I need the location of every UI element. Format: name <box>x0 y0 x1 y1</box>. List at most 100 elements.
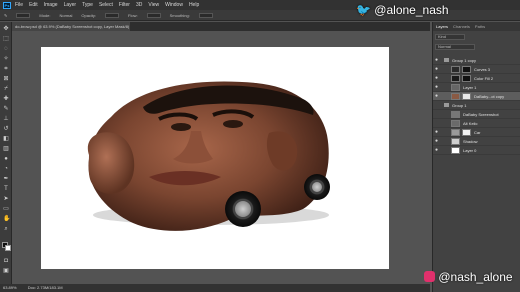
menu-3d[interactable]: 3D <box>136 2 142 8</box>
layer-thumb <box>451 147 460 154</box>
smoothing-label: Smoothing: <box>169 12 190 18</box>
zoom-tool-icon[interactable]: ⌕ <box>3 226 9 232</box>
brush-tool-icon[interactable]: ✎ <box>4 13 7 18</box>
dodge-tool-icon[interactable]: ◔ <box>3 166 9 172</box>
layer-row[interactable]: ● Group 1 copy <box>433 56 520 65</box>
doc-size: Doc: 2.73M/183.1M <box>27 285 63 290</box>
layer-name: Layer 1 <box>463 85 477 90</box>
menu-view[interactable]: View <box>148 2 159 8</box>
brush-preset-picker[interactable] <box>16 12 31 18</box>
eraser-tool-icon[interactable]: ◧ <box>3 136 9 142</box>
eye-icon[interactable]: ● <box>435 85 440 90</box>
twitter-watermark: 🐦 @alone_nash <box>356 3 449 17</box>
menu-type[interactable]: Type <box>82 2 93 8</box>
layer-row[interactable]: ● Shadow <box>433 137 520 146</box>
layer-row[interactable]: Group 1 <box>433 101 520 110</box>
layer-row[interactable]: Alt Kelic <box>433 119 520 128</box>
blur-tool-icon[interactable]: ● <box>3 156 9 162</box>
eye-icon[interactable]: ● <box>435 94 440 99</box>
screen-mode-icon[interactable]: ▣ <box>3 268 9 274</box>
layer-mask-thumb <box>462 75 471 82</box>
eye-icon[interactable]: ● <box>435 130 440 135</box>
tab-paths[interactable]: Paths <box>475 24 485 29</box>
document-tab[interactable]: do-brow.psd @ 63.9% (DaBaby Screenshot c… <box>12 22 130 31</box>
layer-row[interactable]: ● Car <box>433 128 520 137</box>
opacity-field[interactable] <box>105 12 120 18</box>
eye-icon[interactable]: ● <box>435 148 440 153</box>
layer-thumb <box>451 138 460 145</box>
smoothing-field[interactable] <box>198 12 213 18</box>
layer-thumb <box>451 129 460 136</box>
eye-icon[interactable]: ● <box>435 139 440 144</box>
layer-thumb <box>451 120 460 127</box>
instagram-icon <box>424 271 435 282</box>
background-color-swatch[interactable] <box>5 245 11 251</box>
quick-mask-icon[interactable]: ◘ <box>3 258 9 264</box>
gradient-tool-icon[interactable]: ▥ <box>3 146 9 152</box>
menu-help[interactable]: Help <box>189 2 199 8</box>
lasso-tool-icon[interactable]: ◌ <box>3 46 9 52</box>
flow-field[interactable] <box>146 12 161 18</box>
layers-panel-tabs: Layers Channels Paths <box>433 22 520 31</box>
folder-icon <box>444 103 449 107</box>
layer-name: Group 1 <box>452 103 467 108</box>
document-tab-bar: do-brow.psd @ 63.9% (DaBaby Screenshot c… <box>12 22 430 31</box>
brush-tool-icon[interactable]: ✎ <box>3 106 9 112</box>
crop-tool-icon[interactable]: ⌗ <box>3 66 9 72</box>
marquee-tool-icon[interactable]: ⬚ <box>3 36 9 42</box>
menu-window[interactable]: Window <box>165 2 183 8</box>
layer-row[interactable]: ● Curves 3 <box>433 65 520 74</box>
layer-row[interactable]: ● Layer 1 <box>433 83 520 92</box>
zoom-level[interactable]: 63.89% <box>3 285 17 290</box>
mode-select[interactable]: Normal <box>59 13 72 18</box>
layer-name: Color Fill 2 <box>474 76 494 81</box>
eye-icon[interactable]: ● <box>435 76 440 81</box>
layer-mask-thumb <box>462 129 471 136</box>
layer-mask-thumb <box>462 66 471 73</box>
menu-layer[interactable]: Layer <box>64 2 77 8</box>
menu-file[interactable]: File <box>15 2 23 8</box>
clone-stamp-tool-icon[interactable]: ⊥ <box>3 116 9 122</box>
layers-panel: Layers Channels Paths Kind Normal ● Grou… <box>432 22 520 292</box>
type-tool-icon[interactable]: T <box>3 186 9 192</box>
twitter-handle: @alone_nash <box>374 3 449 17</box>
layer-row-selected[interactable]: ● DaBaby...ot copy <box>433 92 520 101</box>
healing-brush-tool-icon[interactable]: ✚ <box>3 96 9 102</box>
menu-image[interactable]: Image <box>44 2 58 8</box>
canvas-area[interactable] <box>12 31 430 284</box>
right-eye <box>223 120 243 128</box>
menu-edit[interactable]: Edit <box>29 2 38 8</box>
move-tool-icon[interactable]: ✥ <box>3 26 9 32</box>
layer-thumb <box>451 111 460 118</box>
eyedropper-tool-icon[interactable]: ⌿ <box>3 86 9 92</box>
layer-row[interactable]: DaBaby Screenshot <box>433 110 520 119</box>
history-brush-tool-icon[interactable]: ↺ <box>3 126 9 132</box>
tools-panel: ✥ ⬚ ◌ ✧ ⌗ ⊠ ⌿ ✚ ✎ ⊥ ↺ ◧ ▥ ● ◔ ✒ T ➤ ▭ ✋ … <box>0 22 12 284</box>
tab-layers[interactable]: Layers <box>436 24 448 29</box>
eye-icon[interactable]: ● <box>435 67 440 72</box>
pen-tool-icon[interactable]: ✒ <box>3 176 9 182</box>
blend-mode-select[interactable]: Normal <box>435 44 475 50</box>
instagram-handle: @nash_alone <box>438 270 513 284</box>
eye-icon[interactable]: ● <box>435 58 440 63</box>
tab-channels[interactable]: Channels <box>453 24 470 29</box>
layer-name: Layer 0 <box>463 148 477 153</box>
layer-row[interactable]: ● Color Fill 2 <box>433 74 520 83</box>
layer-filter-select[interactable]: Kind <box>435 34 465 40</box>
path-selection-tool-icon[interactable]: ➤ <box>3 196 9 202</box>
frame-tool-icon[interactable]: ⊠ <box>3 76 9 82</box>
mode-label: Mode: <box>39 12 51 18</box>
hand-tool-icon[interactable]: ✋ <box>3 216 10 222</box>
folder-icon <box>444 58 449 62</box>
photoshop-logo: Ps <box>3 1 11 9</box>
layer-mask-thumb <box>462 93 471 100</box>
layer-name: Curves 3 <box>474 67 491 72</box>
menu-filter[interactable]: Filter <box>119 2 130 8</box>
layer-row[interactable]: ● Layer 0 <box>433 146 520 155</box>
document-canvas[interactable] <box>41 47 389 269</box>
layer-name: Car <box>474 130 481 135</box>
layer-name: Alt Kelic <box>463 121 478 126</box>
rectangle-tool-icon[interactable]: ▭ <box>3 206 9 212</box>
quick-select-tool-icon[interactable]: ✧ <box>3 56 9 62</box>
menu-select[interactable]: Select <box>99 2 113 8</box>
